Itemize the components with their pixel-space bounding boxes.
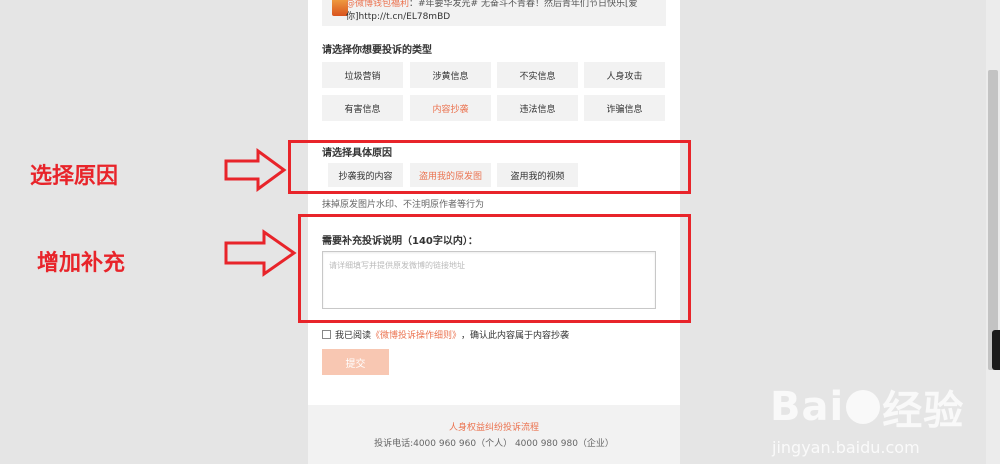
complaint-type-option[interactable]: 人身攻击 [584, 62, 665, 88]
reason-highlight-frame [288, 140, 691, 194]
side-feedback-widget[interactable] [992, 330, 1000, 370]
watermark-brand: Bai 经验 [770, 378, 964, 436]
complaint-type-option[interactable]: 垃圾营销 [322, 62, 403, 88]
quoted-text-line1: @微博钱包福利：#年要华发光# 无奋斗不青春！然后青年们节日快乐[爱 [346, 0, 637, 9]
quoted-text: ：#年要华发光# 无奋斗不青春！然后青年们节日快乐[爱 [409, 0, 638, 9]
quoted-mention[interactable]: @微博钱包福利 [346, 0, 409, 9]
reason-hint: 抹掉原发图片水印、不注明原作者等行为 [322, 200, 485, 210]
quoted-text-line2: 你]http://t.cn/EL78mBD [346, 12, 451, 22]
watermark-brand-left: Bai [770, 384, 845, 430]
arrow-right-icon [224, 148, 287, 192]
watermark-brand-right: 经验 [882, 388, 965, 434]
agreement-rules-link[interactable]: 《微博投诉操作细则》 [371, 328, 461, 341]
footer-rights-link[interactable]: 人身权益纠纷投诉流程 [308, 420, 680, 433]
baidu-jingyan-watermark: Bai 经验 jingyan.baidu.com [770, 378, 964, 457]
scrollbar-thumb[interactable] [988, 70, 998, 370]
complaint-type-title: 请选择你想要投诉的类型 [322, 45, 432, 56]
submit-button[interactable]: 提交 [322, 349, 389, 375]
quoted-weibo: @微博钱包福利：#年要华发光# 无奋斗不青春！然后青年们节日快乐[爱 你]htt… [322, 0, 666, 26]
agreement-checkbox[interactable] [322, 330, 331, 339]
complaint-type-option[interactable]: 诈骗信息 [584, 95, 665, 121]
complaint-type-option[interactable]: 有害信息 [322, 95, 403, 121]
complaint-type-option[interactable]: 不实信息 [497, 62, 578, 88]
watermark-url: jingyan.baidu.com [772, 438, 920, 457]
agreement-row: 我已阅读 《微博投诉操作细则》 ，确认此内容属于内容抄袭 [322, 328, 569, 341]
supplement-highlight-frame [298, 214, 691, 323]
agreement-prefix: 我已阅读 [335, 331, 372, 341]
arrow-right-icon [224, 229, 297, 277]
complaint-type-option[interactable]: 违法信息 [497, 95, 578, 121]
annotation-select-reason: 选择原因 [30, 164, 119, 189]
paw-logo-icon [846, 390, 881, 424]
complaint-type-option[interactable]: 涉黄信息 [410, 62, 491, 88]
agreement-suffix: ，确认此内容属于内容抄袭 [461, 331, 570, 341]
annotation-add-supplement: 增加补充 [37, 251, 126, 276]
complaint-type-option[interactable]: 内容抄袭 [410, 95, 491, 121]
panel-footer [308, 405, 680, 464]
footer-phone: 投诉电话:4000 960 960（个人） 4000 980 980（企业） [374, 439, 614, 449]
